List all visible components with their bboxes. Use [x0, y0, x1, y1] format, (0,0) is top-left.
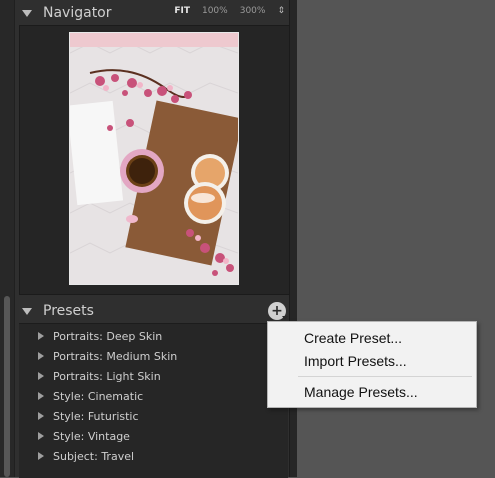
expand-triangle-icon[interactable]: [38, 332, 44, 340]
expand-triangle-icon[interactable]: [38, 452, 44, 460]
preset-group-item[interactable]: Portraits: Light Skin: [19, 366, 288, 386]
expand-triangle-icon[interactable]: [38, 352, 44, 360]
left-panel-scrollbar[interactable]: [0, 0, 15, 477]
menu-item-create-preset[interactable]: Create Preset...: [304, 327, 402, 349]
preset-group-label: Style: Futuristic: [53, 409, 139, 423]
zoom-300[interactable]: 300%: [240, 6, 266, 16]
zoom-arrows-icon[interactable]: ⇕: [277, 6, 285, 16]
add-preset-button[interactable]: +: [268, 302, 288, 320]
menu-item-manage-presets[interactable]: Manage Presets...: [304, 381, 418, 403]
photo-illustration: [70, 33, 238, 284]
expand-triangle-icon[interactable]: [38, 392, 44, 400]
collapse-triangle-icon[interactable]: [22, 307, 32, 315]
presets-list: Portraits: Deep Skin Portraits: Medium S…: [19, 323, 288, 478]
expand-triangle-icon[interactable]: [38, 412, 44, 420]
navigator-title: Navigator: [43, 5, 112, 21]
preset-group-label: Portraits: Deep Skin: [53, 329, 163, 343]
zoom-options: FIT 100% 300% ⇕: [174, 6, 285, 16]
dropdown-caret-icon: [282, 316, 288, 320]
preset-group-item[interactable]: Subject: Travel: [19, 446, 288, 466]
preset-group-label: Style: Cinematic: [53, 389, 144, 403]
presets-header[interactable]: Presets: [15, 299, 289, 323]
scrollbar-thumb[interactable]: [4, 296, 10, 477]
navigator-header[interactable]: Navigator FIT 100% 300% ⇕: [15, 1, 289, 25]
navigator-preview-image[interactable]: [69, 32, 239, 285]
menu-item-import-presets[interactable]: Import Presets...: [304, 350, 407, 372]
preset-group-item[interactable]: Style: Futuristic: [19, 406, 288, 426]
preset-group-item[interactable]: Style: Vintage: [19, 426, 288, 446]
preset-group-item[interactable]: Portraits: Medium Skin: [19, 346, 288, 366]
preset-group-label: Portraits: Light Skin: [53, 369, 161, 383]
expand-triangle-icon[interactable]: [38, 432, 44, 440]
expand-triangle-icon[interactable]: [38, 372, 44, 380]
menu-separator: [298, 376, 472, 377]
collapse-triangle-icon[interactable]: [22, 9, 32, 17]
presets-title: Presets: [43, 303, 94, 319]
preset-group-item[interactable]: Style: Cinematic: [19, 386, 288, 406]
zoom-fit[interactable]: FIT: [174, 6, 190, 16]
preset-group-label: Style: Vintage: [53, 429, 130, 443]
zoom-100[interactable]: 100%: [202, 6, 228, 16]
preset-context-menu: Create Preset... Import Presets... Manag…: [267, 321, 477, 408]
preset-group-label: Subject: Travel: [53, 449, 135, 463]
preset-group-item[interactable]: Portraits: Deep Skin: [19, 326, 288, 346]
preset-group-label: Portraits: Medium Skin: [53, 349, 178, 363]
